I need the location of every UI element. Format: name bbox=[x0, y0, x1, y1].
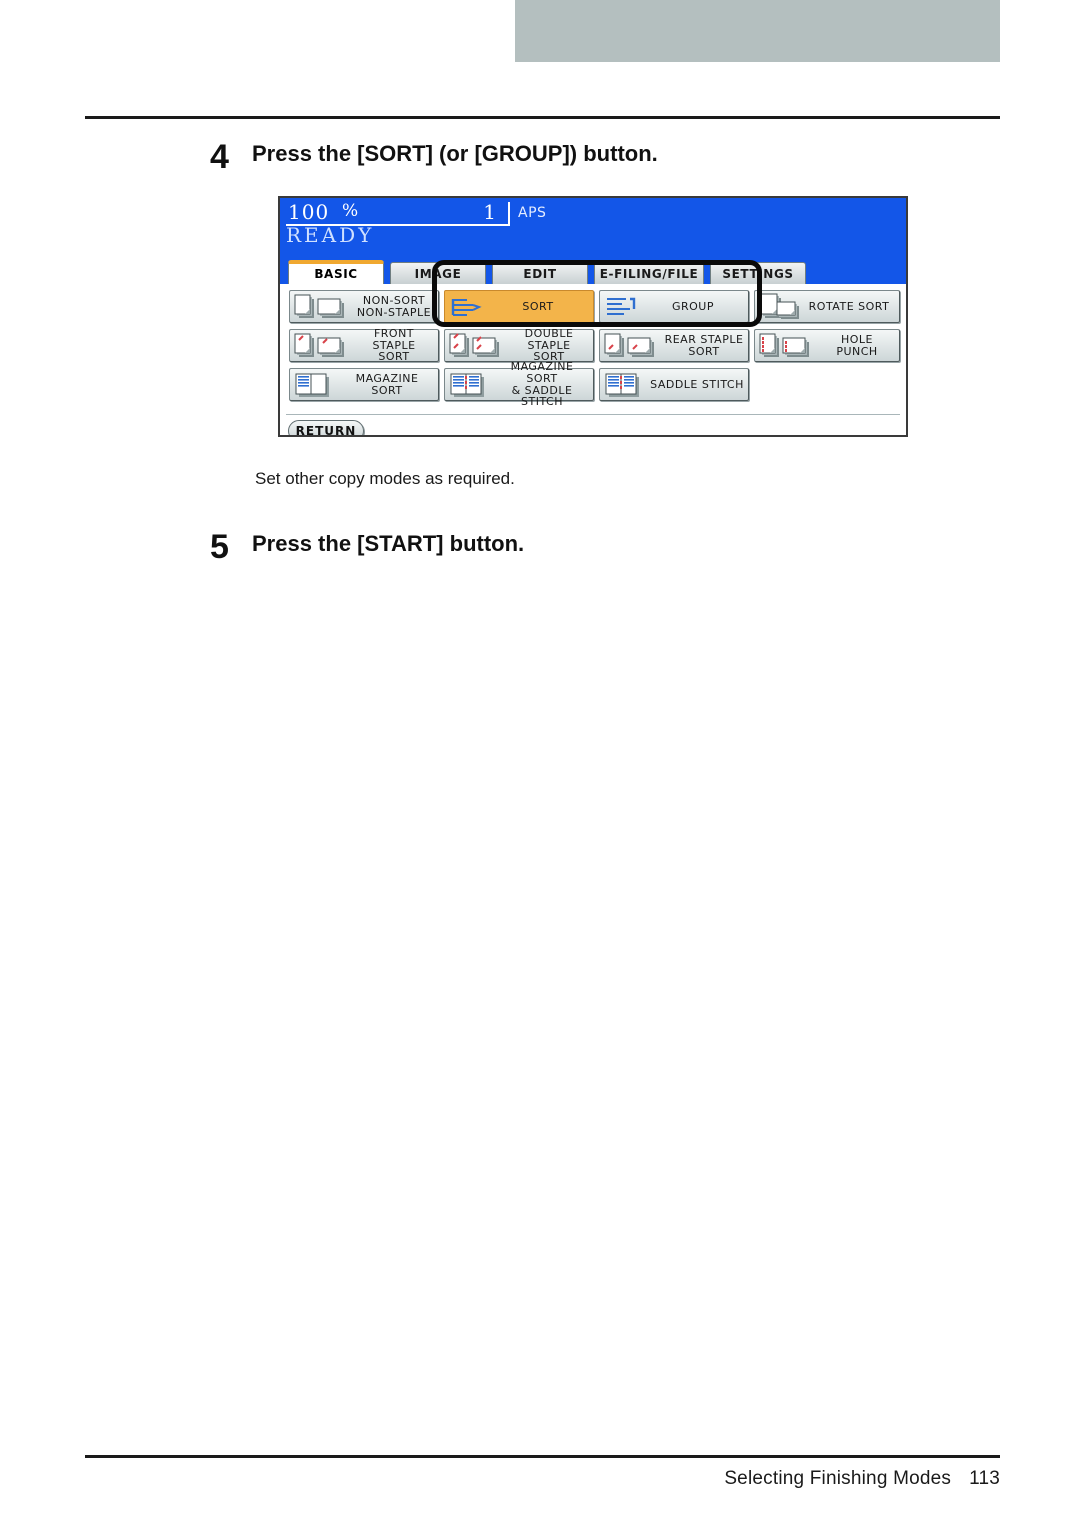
lcd-percent-symbol: % bbox=[342, 201, 359, 221]
finishing-button-non-sort-non-staple[interactable]: NON-SORT NON-STAPLE bbox=[289, 290, 439, 323]
tab-label: IMAGE bbox=[414, 266, 462, 281]
lcd-status-header: 100 % 1 APS READY bbox=[280, 198, 906, 260]
step-5-title: Press the [START] button. bbox=[252, 531, 525, 556]
step-5-number: 5 bbox=[210, 528, 229, 566]
rotate-sort-icon bbox=[759, 293, 799, 321]
finishing-button-group[interactable]: GROUP bbox=[599, 290, 749, 323]
tab-label: EDIT bbox=[523, 266, 557, 281]
tab-image[interactable]: IMAGE bbox=[390, 262, 486, 284]
finishing-button-double-staple-sort[interactable]: DOUBLE STAPLE SORT bbox=[444, 327, 594, 364]
finishing-button-front-staple-sort[interactable]: FRONT STAPLE SORT bbox=[289, 327, 439, 364]
two-page-stacks-icon bbox=[294, 293, 350, 321]
footer-rule bbox=[85, 1455, 1000, 1458]
lcd-divider bbox=[286, 414, 900, 415]
tab-settings[interactable]: SETTINGS bbox=[710, 262, 806, 284]
lcd-zoom-value: 100 bbox=[288, 200, 330, 224]
finishing-button-rotate-sort[interactable]: ROTATE SORT bbox=[754, 290, 900, 323]
saddle-stitch-icon bbox=[604, 371, 646, 399]
magazine-saddle-icon bbox=[449, 371, 491, 399]
finishing-button-label: SADDLE STITCH bbox=[650, 377, 744, 391]
step-4-note: Set other copy modes as required. bbox=[255, 469, 515, 488]
footer-section-title: Selecting Finishing Modes bbox=[724, 1468, 952, 1489]
finishing-button-rear-staple-sort[interactable]: REAR STAPLE SORT bbox=[599, 329, 749, 362]
finishing-button-sort[interactable]: SORT bbox=[444, 290, 594, 323]
step-4-title: Press the [SORT] (or [GROUP]) button. bbox=[252, 141, 658, 166]
copier-lcd-panel: 100 % 1 APS READY BASIC IMAGE EDIT E-FILING… bbox=[278, 196, 908, 437]
header-rule bbox=[85, 116, 1000, 119]
finishing-button-magazine-sort[interactable]: MAGAZINE SORT bbox=[289, 368, 439, 401]
rear-staple-icon bbox=[604, 332, 660, 360]
lcd-tab-strip: BASIC IMAGE EDIT E-FILING/FILE SETTINGS bbox=[280, 260, 906, 284]
tab-e-filing-file[interactable]: E-FILING/FILE bbox=[594, 262, 704, 284]
footer: Selecting Finishing Modes 113 bbox=[85, 1468, 1000, 1490]
finishing-button-label: NON-SORT NON-STAPLE bbox=[356, 293, 432, 319]
double-staple-icon bbox=[449, 332, 505, 360]
finishing-button-label: SORT bbox=[522, 299, 554, 313]
header-decorative-bar bbox=[515, 0, 1000, 62]
tab-label: E-FILING/FILE bbox=[599, 266, 699, 281]
finishing-button-label: REAR STAPLE SORT bbox=[664, 332, 744, 358]
footer-page-number: 113 bbox=[969, 1468, 1000, 1489]
finishing-button-label: MAGAZINE SORT & SADDLE STITCH bbox=[510, 360, 574, 409]
finishing-button-label: HOLE PUNCH bbox=[836, 332, 878, 358]
finishing-button-magazine-sort-saddle-stitch[interactable]: MAGAZINE SORT & SADDLE STITCH bbox=[444, 361, 594, 407]
sort-lines-icon bbox=[449, 295, 483, 319]
group-lines-icon bbox=[604, 295, 638, 319]
front-staple-icon bbox=[294, 332, 350, 360]
finishing-button-label: MAGAZINE SORT bbox=[355, 371, 419, 397]
hole-punch-icon bbox=[759, 332, 815, 360]
finishing-button-label: FRONT STAPLE SORT bbox=[372, 327, 416, 364]
step-4-number: 4 bbox=[210, 138, 229, 176]
finishing-button-saddle-stitch[interactable]: SADDLE STITCH bbox=[599, 368, 749, 401]
tab-basic[interactable]: BASIC bbox=[288, 260, 384, 284]
lcd-finishing-button-area: RETURN NON-SORT NON-STAPLE SORT GROUP ROTAT… bbox=[280, 284, 906, 435]
finishing-button-label: ROTATE SORT bbox=[808, 299, 890, 313]
tab-label: BASIC bbox=[314, 267, 358, 281]
finishing-button-label: DOUBLE STAPLE SORT bbox=[524, 327, 574, 364]
lcd-paper-mode: APS bbox=[518, 205, 547, 221]
return-button[interactable]: RETURN bbox=[288, 420, 364, 435]
tab-edit[interactable]: EDIT bbox=[492, 262, 588, 284]
finishing-button-hole-punch[interactable]: HOLE PUNCH bbox=[754, 329, 900, 362]
finishing-button-label: GROUP bbox=[671, 299, 714, 313]
lcd-status-text: READY bbox=[286, 223, 375, 247]
lcd-copy-count: 1 bbox=[483, 200, 496, 224]
magazine-sort-icon bbox=[294, 371, 336, 399]
tab-label: SETTINGS bbox=[722, 266, 794, 281]
